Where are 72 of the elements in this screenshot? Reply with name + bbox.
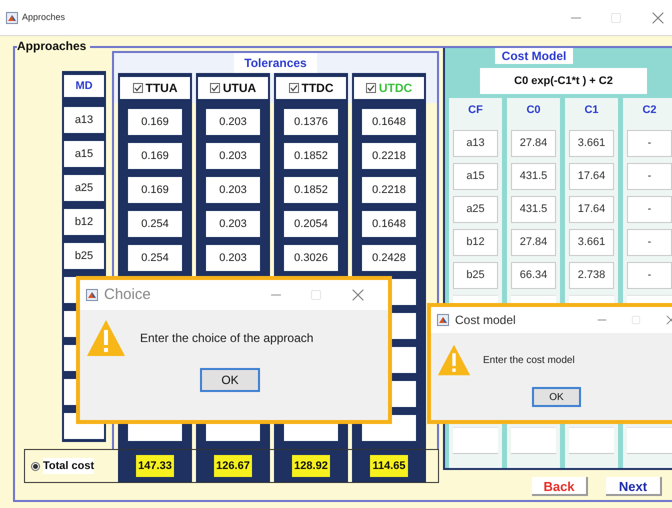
- table-cell: 0.203: [206, 245, 260, 271]
- column-label: TTUA: [146, 80, 178, 97]
- table-cell: 27.84: [511, 130, 556, 157]
- table-cell: 431.5: [511, 196, 556, 223]
- table-cell: a13: [64, 107, 104, 133]
- column-header: C0: [526, 103, 541, 118]
- table-cell: a15: [453, 163, 498, 190]
- table-cell: 3.661: [569, 229, 614, 256]
- table-cell: b12: [453, 229, 498, 256]
- column-label: TTDC: [302, 80, 334, 97]
- total-value: 147.33: [136, 455, 174, 477]
- table-cell: -: [627, 196, 672, 223]
- total-cost-label: Total cost: [43, 458, 94, 474]
- table-cell: -: [627, 163, 672, 190]
- back-button[interactable]: Back: [532, 477, 588, 496]
- table-cell: b25: [64, 243, 104, 269]
- table-cell: 0.1852: [284, 177, 338, 203]
- table-cell: 0.169: [128, 177, 182, 203]
- table-cell: a25: [64, 175, 104, 201]
- table-cell: 0.254: [128, 245, 182, 271]
- total-value: 128.92: [292, 455, 330, 477]
- table-cell: 0.169: [128, 109, 182, 135]
- table-cell: 17.64: [569, 163, 614, 190]
- table-cell: 0.169: [128, 143, 182, 169]
- table-cell: 0.254: [128, 211, 182, 237]
- table-cell: -: [627, 229, 672, 256]
- dialog-title: Cost model: [455, 312, 516, 329]
- table-cell: 0.3026: [284, 245, 338, 271]
- table-cell: 0.203: [206, 143, 260, 169]
- table-cell: 0.2054: [284, 211, 338, 237]
- table-cell: 0.1648: [362, 109, 416, 135]
- table-cell: 17.64: [569, 196, 614, 223]
- dialog-title: Choice: [104, 284, 151, 305]
- table-cell: b12: [64, 209, 104, 235]
- formula-field: C0 exp(-C1*t ) + C2: [480, 68, 647, 94]
- table-cell: a25: [453, 196, 498, 223]
- table-cell: 0.1376: [284, 109, 338, 135]
- total-value: 114.65: [370, 455, 408, 477]
- table-cell: -: [627, 262, 672, 289]
- table-cell: 0.203: [206, 177, 260, 203]
- window-title: Approches: [22, 10, 66, 24]
- table-cell: 27.84: [511, 229, 556, 256]
- total-value: 126.67: [214, 455, 252, 477]
- group-title: Approaches: [17, 39, 90, 53]
- dialog-message: Enter the cost model: [483, 354, 575, 368]
- table-cell: 0.2428: [362, 245, 416, 271]
- tolerances-title: Tolerances: [234, 53, 317, 73]
- table-cell: 431.5: [511, 163, 556, 190]
- column-header: MD: [64, 75, 104, 97]
- table-cell: 0.203: [206, 109, 260, 135]
- column-header: CF: [468, 103, 483, 118]
- table-cell: 0.1648: [362, 211, 416, 237]
- ok-button[interactable]: OK: [532, 387, 581, 407]
- cost-model-title: Cost Model: [495, 48, 573, 64]
- table-cell: 2.738: [569, 262, 614, 289]
- dialog-message: Enter the choice of the approach: [140, 330, 314, 347]
- column-header: C2: [642, 103, 657, 118]
- table-cell: 0.203: [206, 211, 260, 237]
- table-cell: b25: [453, 262, 498, 289]
- table-cell: -: [627, 130, 672, 157]
- table-cell: 0.2218: [362, 177, 416, 203]
- column-header: C1: [584, 103, 599, 118]
- table-cell: a13: [453, 130, 498, 157]
- table-cell: 0.1852: [284, 143, 338, 169]
- table-cell: 0.2218: [362, 143, 416, 169]
- column-label: UTUA: [222, 80, 256, 97]
- column-label: UTDC: [378, 80, 412, 97]
- table-cell: 66.34: [511, 262, 556, 289]
- next-button[interactable]: Next: [606, 477, 662, 496]
- ok-button[interactable]: OK: [200, 368, 260, 392]
- table-cell: a15: [64, 141, 104, 167]
- table-cell: 3.661: [569, 130, 614, 157]
